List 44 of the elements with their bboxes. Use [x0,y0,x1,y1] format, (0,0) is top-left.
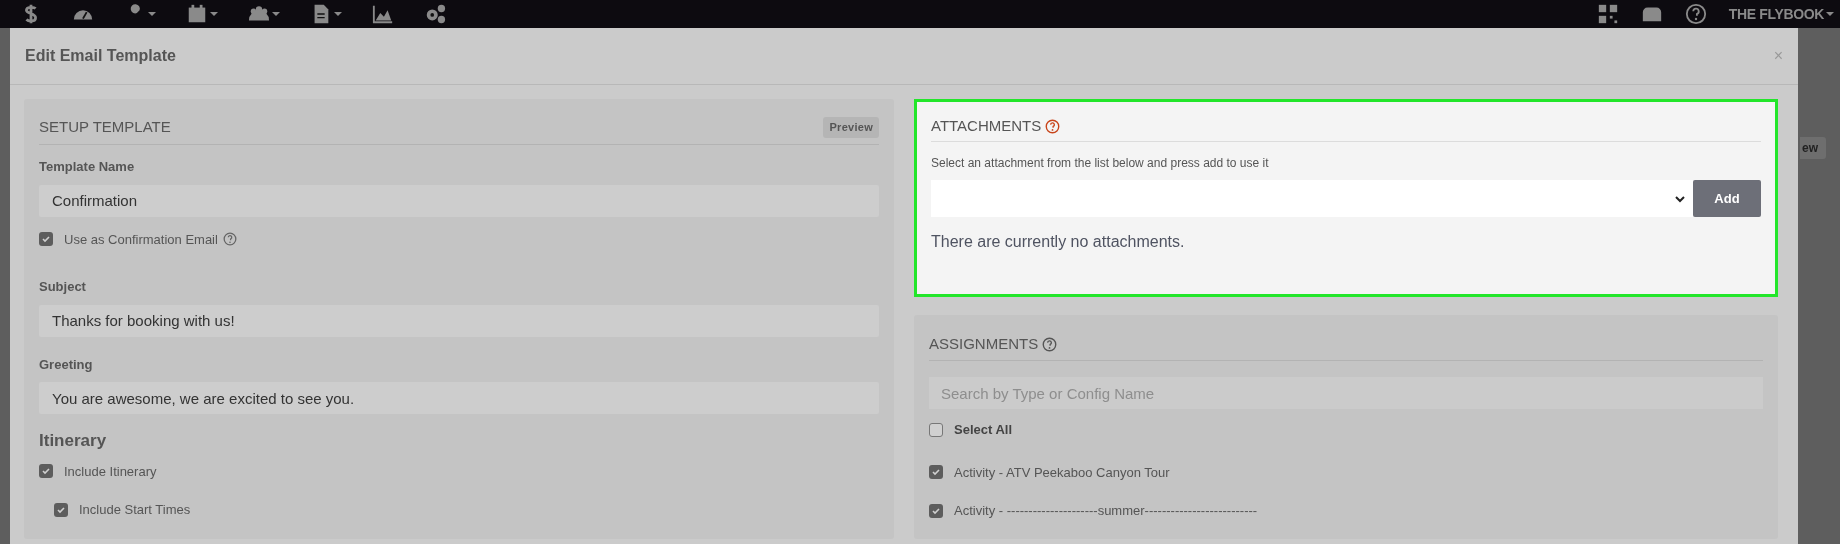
hint-text: Select an attachment from the list below and press add to use it [931,155,1270,172]
help-icon [222,232,237,247]
calendar-icon[interactable] [186,3,208,25]
empty-message: There are currently no attachments. [931,232,1186,252]
field-label: Template Name [39,158,136,176]
help-icon [1042,337,1058,352]
checkbox-label: Activity - ATV Peekaboo Canyon Tour [954,463,1170,482]
add-button[interactable]: Add [1693,180,1761,217]
search-field[interactable]: Search by Type or Config Name [929,377,1763,409]
checkbox-label: Include Start Times [79,501,191,519]
checkmark-icon [931,505,941,516]
section-heading: Itinerary [39,430,108,452]
help-icon[interactable] [1684,3,1707,25]
section-heading: ATTACHMENTS [931,116,1042,137]
field-label: Subject [39,278,87,296]
checkbox-label: Activity - ---------------------summer-------------------------- [954,502,1258,520]
checkbox[interactable] [54,502,68,517]
field-label: Greeting [39,355,94,374]
checkmark-icon [41,466,51,477]
modal-title: Edit Email Template [25,46,176,66]
account-menu[interactable]: THE FLYBOOK [1728,3,1834,25]
text-field[interactable]: Thanks for booking with us! [39,304,879,337]
checkbox-label: Select All [954,421,1013,439]
checkbox[interactable] [39,232,53,247]
checkmark-icon [41,234,51,245]
area-chart-icon[interactable] [372,3,394,25]
section-heading: ASSIGNMENTS [929,334,1039,355]
chevron-down-icon [1675,194,1685,203]
preview-button[interactable]: ew [1800,137,1826,159]
qr-code-icon[interactable] [1596,3,1619,25]
text-field[interactable]: Confirmation [39,184,879,217]
checkbox-label: Use as Confirmation Email [64,230,218,249]
help-icon [1045,119,1061,134]
checkbox[interactable] [39,464,53,479]
checkbox[interactable] [929,503,943,518]
checkbox[interactable] [929,422,943,437]
checkbox[interactable] [929,465,943,480]
checkbox-label: Include Itinerary [64,462,157,481]
checkmark-icon [56,504,66,515]
checkmark-icon [931,467,941,478]
section-heading: SETUP TEMPLATE [39,117,171,138]
gears-icon[interactable] [424,3,446,25]
text-field[interactable]: You are awesome, we are excited to see you. [39,382,879,414]
preview-button[interactable]: Preview [823,117,879,138]
